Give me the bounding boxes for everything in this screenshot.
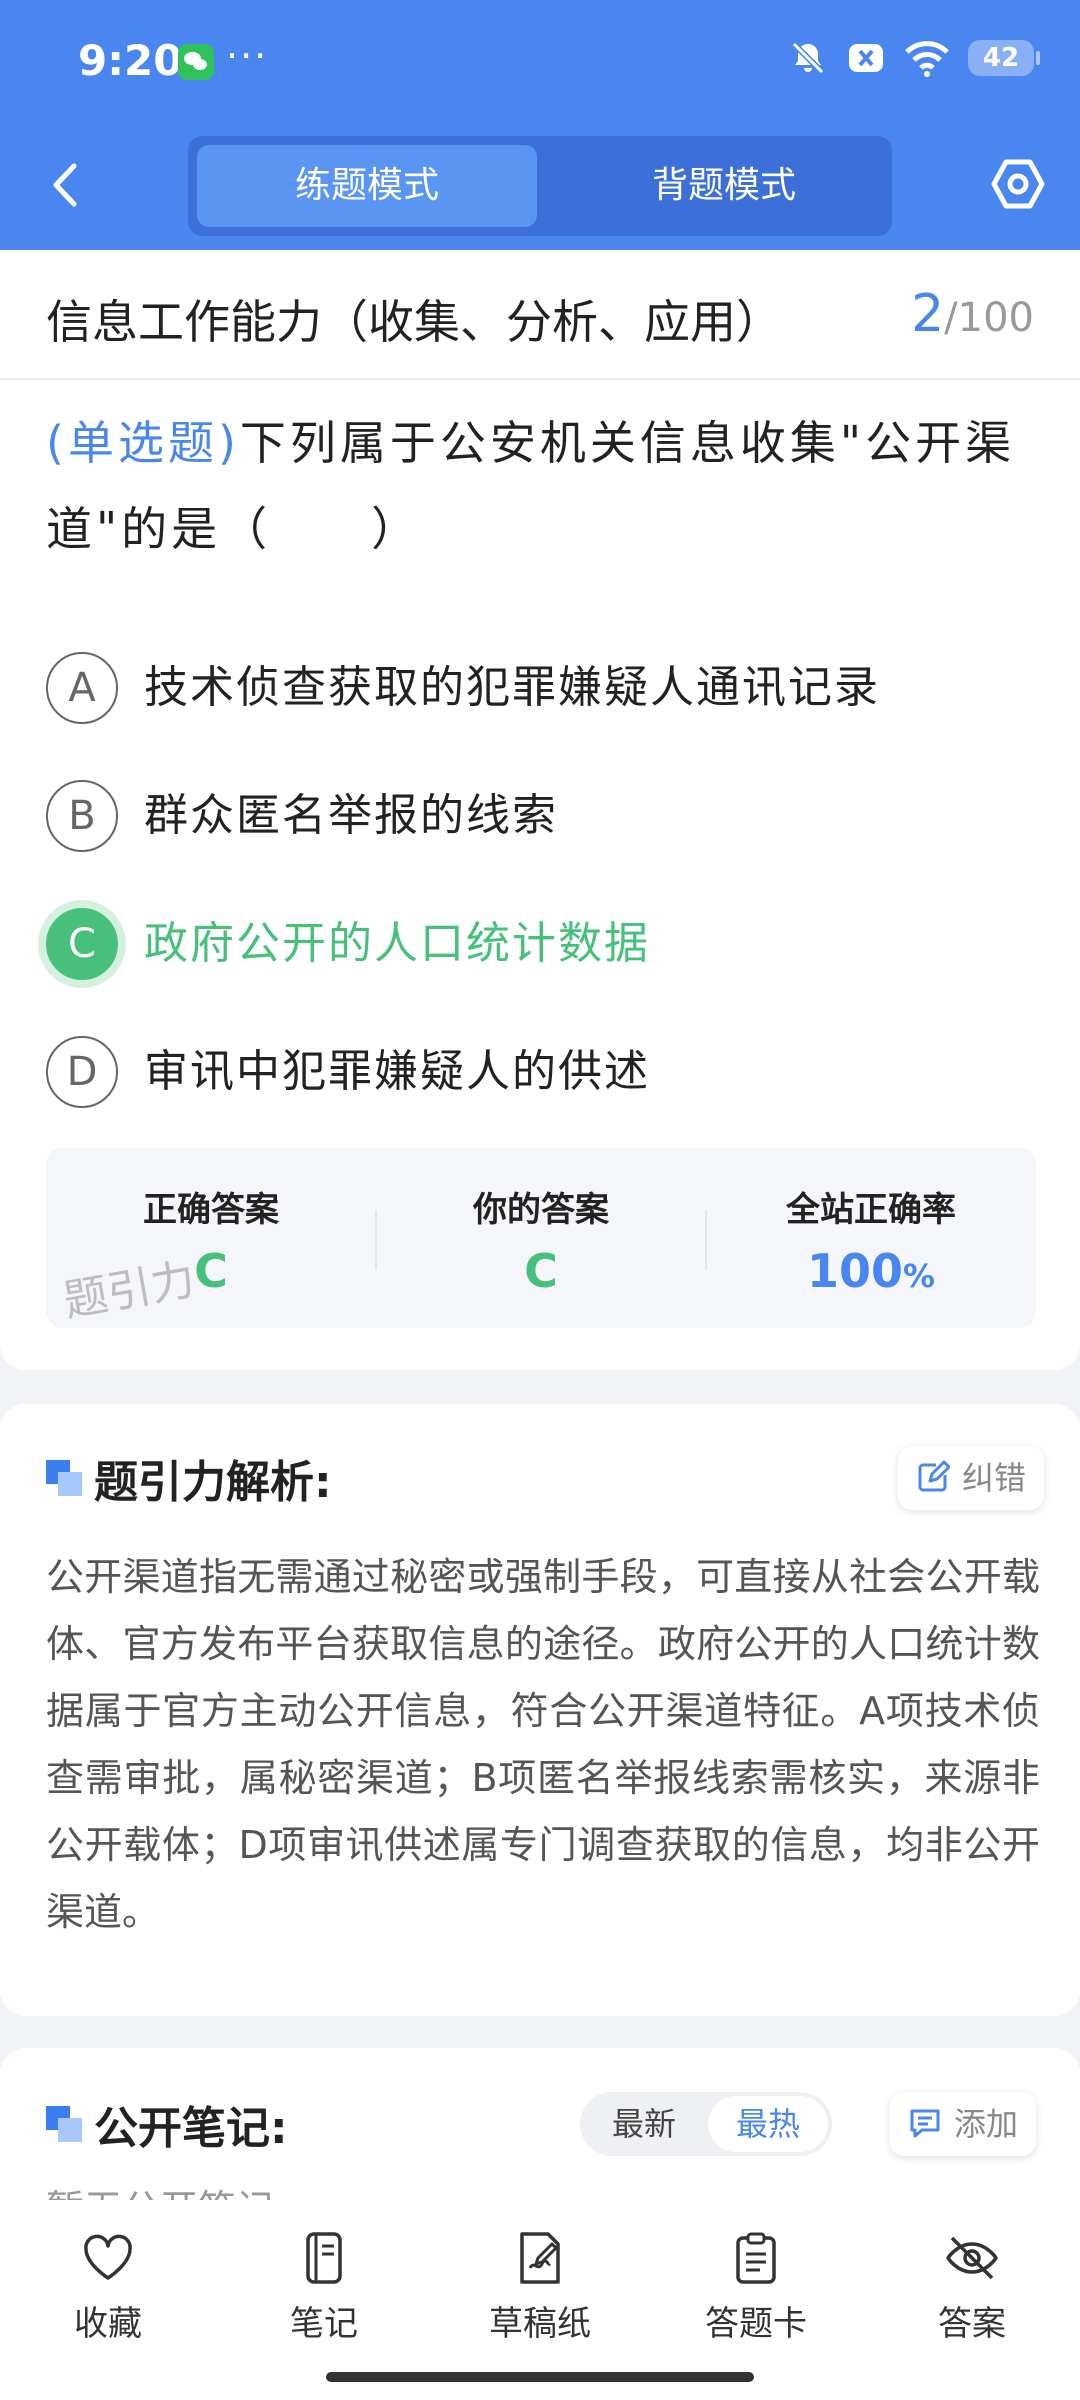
answer-stats: 正确答案 C 你的答案 C 全站正确率 100% 题引力 [46, 1148, 1036, 1328]
option-text: 政府公开的人口统计数据 [144, 918, 650, 969]
nav-label: 收藏 [74, 2304, 142, 2344]
back-button[interactable] [40, 160, 90, 210]
your-answer-stat: 你的答案 C [376, 1148, 706, 1328]
notes-title: 公开笔记: [94, 2103, 288, 2154]
notes-sort-toggle: 最新 最热 [580, 2092, 832, 2156]
report-error-label: 纠错 [962, 1459, 1027, 1497]
blocked-notification-icon [849, 44, 883, 72]
nav-answer[interactable]: 答案 [864, 2230, 1080, 2350]
status-time: 9:20 [78, 36, 183, 85]
your-answer-value: C [524, 1244, 558, 1298]
add-note-button[interactable]: 添加 [890, 2092, 1037, 2156]
status-icons: 42 [788, 38, 1040, 78]
comment-icon [910, 2109, 940, 2138]
option-d[interactable]: D 审讯中犯罪嫌疑人的供述 [46, 1032, 1036, 1112]
analysis-title: 题引力解析: [94, 1457, 332, 1508]
page: 9:20 ··· 42 练题模式 背题模式 信息工作能力（收集、分析、应用） 2… [0, 0, 1080, 2400]
accuracy-rate-value: 100% [706, 1244, 1036, 1298]
nav-label: 草稿纸 [489, 2304, 591, 2344]
total-questions: /100 [944, 295, 1034, 341]
divider [0, 378, 1080, 380]
settings-hexagon-icon [991, 159, 1045, 209]
sort-hottest[interactable]: 最热 [708, 2096, 828, 2152]
mode-toggle: 练题模式 背题模式 [188, 136, 892, 236]
bell-off-icon [791, 41, 825, 75]
option-text: 群众匿名举报的线索 [144, 790, 558, 841]
option-text: 技术侦查获取的犯罪嫌疑人通讯记录 [144, 662, 880, 713]
settings-button[interactable] [990, 156, 1046, 212]
nav-label: 答案 [938, 2304, 1006, 2344]
home-indicator[interactable] [326, 2372, 754, 2382]
chevron-left-icon [53, 163, 77, 207]
option-letter: A [46, 652, 118, 724]
correct-answer-label: 正确答案 [143, 1190, 279, 1230]
nav-notes[interactable]: 笔记 [216, 2230, 432, 2350]
option-a[interactable]: A 技术侦查获取的犯罪嫌疑人通讯记录 [46, 648, 1036, 728]
option-b[interactable]: B 群众匿名举报的线索 [46, 776, 1036, 856]
option-letter: B [46, 780, 118, 852]
section-title: 信息工作能力（收集、分析、应用） [46, 295, 782, 349]
app-header: 9:20 ··· 42 练题模式 背题模式 [0, 0, 1080, 250]
more-notifications-indicator: ··· [226, 34, 269, 78]
option-letter: C [46, 908, 118, 980]
question-text: (单选题)下列属于公安机关信息收集"公开渠道"的是（ ） [46, 400, 1036, 572]
add-note-label: 添加 [954, 2105, 1019, 2143]
sort-newest[interactable]: 最新 [584, 2096, 704, 2152]
battery-indicator: 42 [968, 40, 1040, 76]
accuracy-rate-label: 全站正确率 [786, 1190, 956, 1230]
nav-label: 笔记 [290, 2304, 358, 2344]
edit-icon [918, 1460, 950, 1492]
eye-off-icon [946, 2236, 998, 2280]
notebook-icon [306, 2232, 342, 2284]
nav-favorite[interactable]: 收藏 [0, 2230, 216, 2350]
accuracy-rate-unit: % [902, 1257, 936, 1295]
question-card: 信息工作能力（收集、分析、应用） 2/100 (单选题)下列属于公安机关信息收集… [0, 250, 1080, 1370]
nav-draft-paper[interactable]: 草稿纸 [432, 2230, 648, 2350]
your-answer-label: 你的答案 [473, 1190, 609, 1230]
section-square-icon [46, 2106, 82, 2142]
option-letter: D [46, 1036, 118, 1108]
clipboard-icon [736, 2232, 776, 2284]
heart-icon [84, 2234, 132, 2280]
wechat-icon [178, 44, 214, 80]
option-text: 审讯中犯罪嫌疑人的供述 [144, 1046, 650, 1097]
tab-practice-mode[interactable]: 练题模式 [197, 145, 537, 227]
question-progress: 2/100 [911, 284, 1034, 344]
question-type-label: (单选题) [46, 416, 240, 470]
accuracy-rate-stat: 全站正确率 100% [706, 1148, 1036, 1328]
current-question-number: 2 [911, 284, 945, 344]
tab-memorize-mode[interactable]: 背题模式 [554, 145, 894, 227]
draft-icon [520, 2232, 560, 2284]
analysis-card: 题引力解析: 纠错 公开渠道指无需通过秘密或强制手段，可直接从社会公开载体、官方… [0, 1404, 1080, 2016]
nav-answer-sheet[interactable]: 答题卡 [648, 2230, 864, 2350]
option-c[interactable]: C 政府公开的人口统计数据 [46, 904, 1036, 984]
bottom-toolbar: 收藏 笔记 草稿纸 答题卡 答案 [0, 2200, 1080, 2400]
wifi-icon [905, 41, 949, 77]
nav-label: 答题卡 [705, 2304, 807, 2344]
analysis-text: 公开渠道指无需通过秘密或强制手段，可直接从社会公开载体、官方发布平台获取信息的途… [46, 1555, 1040, 1934]
section-square-icon [46, 1460, 82, 1496]
accuracy-rate-number: 100 [806, 1244, 903, 1298]
report-error-button[interactable]: 纠错 [898, 1446, 1045, 1510]
